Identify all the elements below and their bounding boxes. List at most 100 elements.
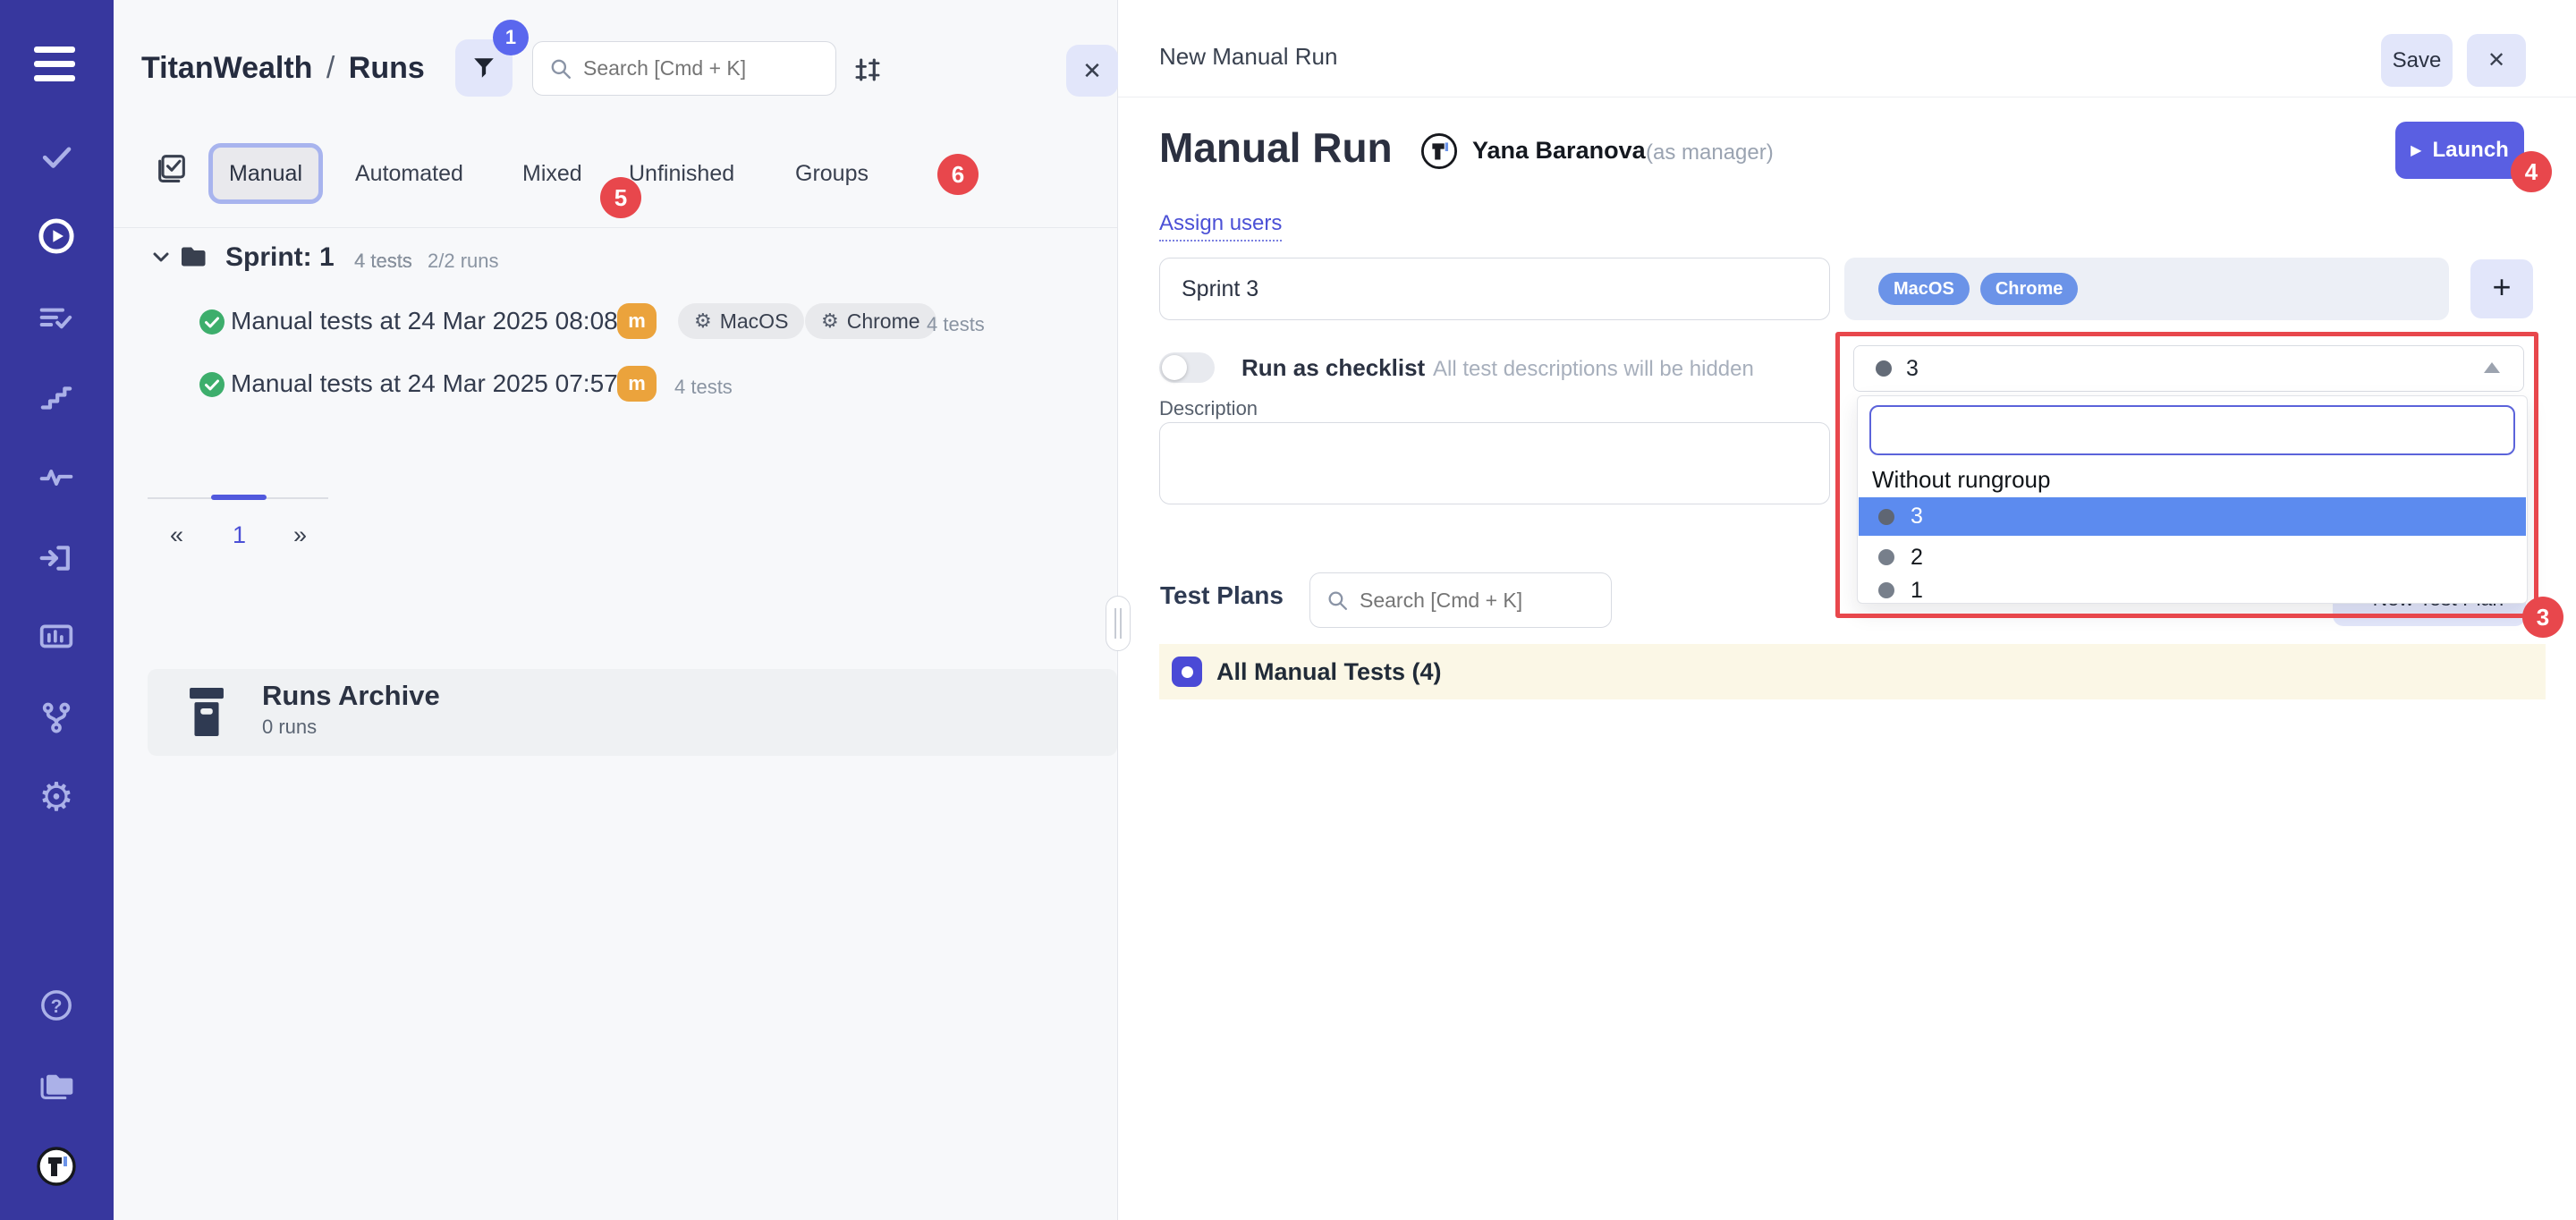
bulk-select-button[interactable] (150, 147, 193, 190)
archive-count: 0 runs (262, 716, 317, 739)
horizontal-scrollbar-thumb[interactable] (211, 495, 267, 500)
play-circle-icon (37, 216, 76, 256)
panel-resize-handle[interactable] (1106, 596, 1131, 651)
run-title: Manual tests at 24 Mar 2025 07:57 (231, 369, 618, 398)
test-plans-title: Test Plans (1160, 581, 1284, 610)
sidebar-item-analytics[interactable] (35, 615, 78, 658)
logo-t-icon (37, 1147, 76, 1186)
env-badge-chrome[interactable]: Chrome (1980, 273, 2079, 305)
pulse-icon (38, 459, 75, 496)
grip-line (1114, 608, 1116, 639)
sidebar-item-activity[interactable] (35, 456, 78, 499)
archive-icon (186, 685, 227, 739)
search-settings-button[interactable] (848, 50, 887, 89)
filter-count-badge: 1 (493, 20, 529, 55)
folder-tests-count: 4 tests (354, 250, 412, 273)
tab-mixed[interactable]: Mixed (522, 161, 582, 187)
sidebar-item-branches[interactable] (35, 696, 78, 739)
tab-automated[interactable]: Automated (355, 161, 463, 187)
checklist-icon (154, 150, 190, 186)
runs-search-input[interactable] (583, 56, 807, 80)
all-manual-tests-row[interactable]: All Manual Tests (4) (1159, 644, 2546, 699)
assign-users-link[interactable]: Assign users (1159, 211, 1282, 241)
search-icon (1326, 589, 1349, 612)
rungroup-filter-input[interactable] (1869, 405, 2515, 455)
add-environment-button[interactable]: + (2470, 259, 2533, 318)
pagination-next[interactable]: » (293, 521, 307, 549)
breadcrumb-project[interactable]: TitanWealth (141, 51, 312, 85)
annotation-badge-6: 6 (937, 154, 979, 195)
all-tests-checkbox[interactable] (1172, 657, 1202, 687)
option-2[interactable]: 2 (1859, 539, 2526, 575)
env-badge-macos[interactable]: MacOS (1878, 273, 1970, 305)
launch-button[interactable]: ▶ Launch (2395, 122, 2524, 179)
manager-name: Yana Baranova (1472, 137, 1646, 165)
toggle-knob (1162, 355, 1187, 380)
close-icon: ✕ (2487, 47, 2505, 73)
manager-role: (as manager) (1646, 140, 1774, 165)
rungroup-select[interactable]: 3 (1853, 345, 2524, 392)
git-branch-icon (38, 699, 75, 736)
checklist-label: Run as checklist (1241, 354, 1425, 382)
folder-row-sprint-1[interactable]: Sprint: 1 4 tests 4 tests 2/2 runs (143, 236, 1055, 277)
hamburger-icon (34, 47, 77, 81)
group-dot-icon (1878, 549, 1894, 565)
save-button[interactable]: Save (2381, 34, 2453, 87)
run-title: Manual tests at 24 Mar 2025 08:08 (231, 307, 618, 335)
annotation-badge-3: 3 (2522, 597, 2563, 638)
tab-unfinished[interactable]: Unfinished (629, 161, 734, 187)
tabs-divider (114, 227, 1117, 228)
list-check-icon (38, 300, 75, 337)
sidebar-account-logo[interactable] (37, 1147, 76, 1186)
run-tests-count: 4 tests (674, 376, 733, 399)
checkbox-dot (1182, 666, 1193, 678)
pagination-prev[interactable]: « (170, 521, 183, 549)
sidebar-item-import[interactable] (35, 537, 78, 580)
sidebar-item-help[interactable]: ? (35, 984, 78, 1027)
option-label: 3 (1911, 504, 1923, 530)
bar-chart-icon (38, 618, 75, 656)
run-row-2[interactable]: Manual tests at 24 Mar 2025 07:57 m 4 te… (143, 365, 1073, 404)
annotation-badge-5: 5 (600, 177, 641, 218)
gear-icon: ⚙ (821, 309, 839, 333)
sidebar-menu-button[interactable] (34, 47, 77, 88)
test-plans-search-box[interactable] (1309, 572, 1612, 628)
run-as-checklist-toggle[interactable] (1159, 352, 1215, 383)
grip-line (1120, 608, 1122, 639)
run-name-input[interactable] (1159, 258, 1830, 320)
test-plans-search-input[interactable] (1360, 589, 1583, 613)
folders-icon (37, 1066, 76, 1106)
chevron-down-icon (150, 247, 172, 268)
checklist-hint: All test descriptions will be hidden (1433, 357, 1754, 382)
tab-groups[interactable]: Groups (795, 161, 869, 187)
description-textarea[interactable] (1159, 422, 1830, 504)
sidebar-item-projects[interactable] (35, 1064, 78, 1107)
sidebar-item-plans[interactable] (35, 297, 78, 340)
rungroup-selected-value: 3 (1906, 356, 1919, 382)
sidebar-item-settings[interactable]: ⚙ (35, 776, 78, 819)
tab-manual[interactable]: Manual (208, 143, 323, 204)
avatar (1420, 132, 1458, 170)
sidebar-item-runs-active[interactable] (35, 215, 78, 258)
option-label: 2 (1911, 545, 1923, 571)
option-3-selected[interactable]: 3 (1859, 497, 2526, 536)
option-label: 1 (1911, 578, 1923, 604)
option-1[interactable]: 1 (1859, 575, 2526, 604)
gear-icon: ⚙ (38, 776, 73, 819)
close-drawer-button[interactable]: ✕ (2467, 34, 2526, 87)
environments-box[interactable]: MacOS Chrome (1844, 258, 2449, 320)
pagination-page-1[interactable]: 1 (233, 521, 246, 549)
tab-manual-label: Manual (229, 161, 302, 187)
env-pill-label: MacOS (720, 309, 789, 334)
runs-archive-card[interactable]: Runs Archive 0 runs (148, 669, 1117, 756)
svg-text:?: ? (51, 996, 63, 1017)
option-without-rungroup[interactable]: Without rungroup (1872, 466, 2050, 494)
sidebar-item-tests[interactable] (35, 135, 78, 178)
group-dot-icon (1878, 509, 1894, 525)
sidebar-item-milestones[interactable] (35, 377, 78, 419)
collapse-panel-button[interactable]: ✕ (1066, 45, 1118, 97)
run-tests-count: 4 tests (927, 313, 985, 336)
help-icon: ? (38, 987, 75, 1024)
run-row-1[interactable]: Manual tests at 24 Mar 2025 08:08 m ⚙ Ma… (143, 302, 1073, 342)
runs-search-box[interactable] (532, 41, 836, 96)
